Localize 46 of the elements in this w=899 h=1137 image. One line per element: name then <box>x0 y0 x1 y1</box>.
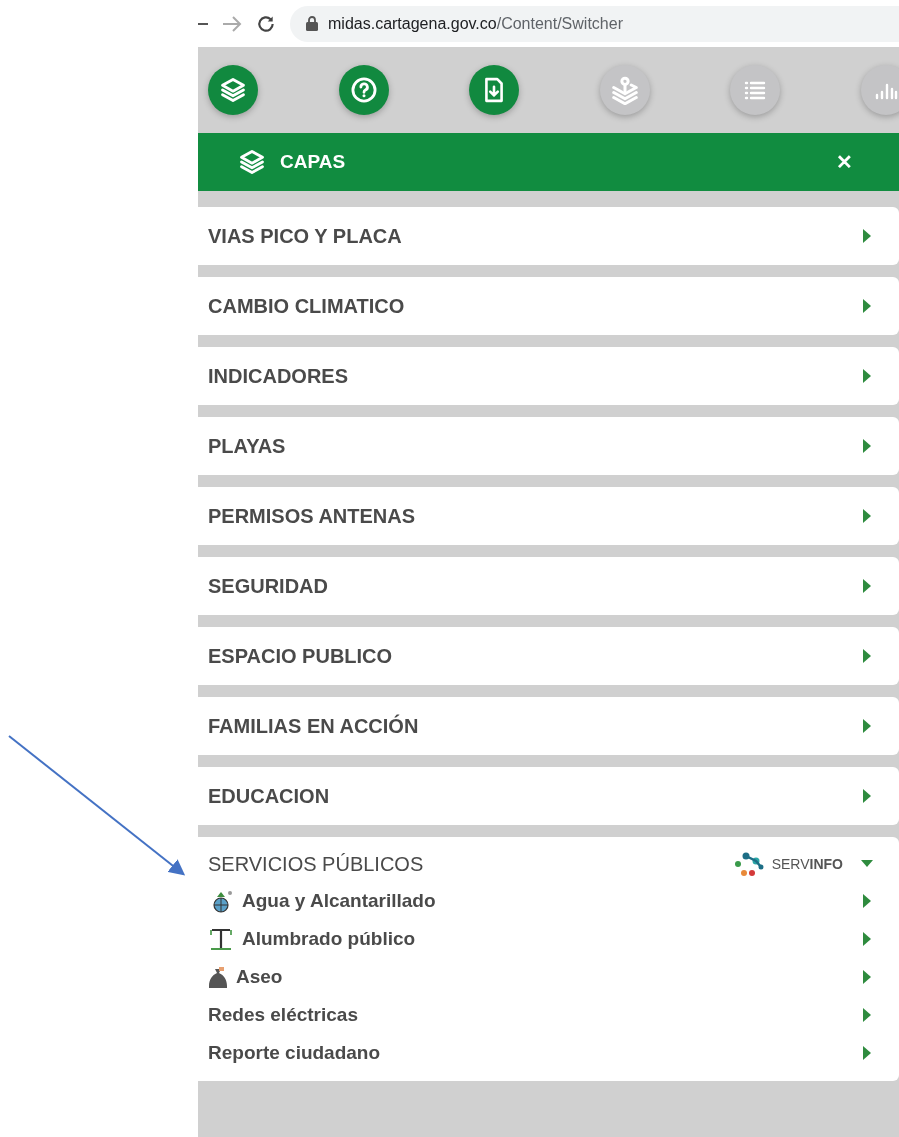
layer-item[interactable]: Agua y Alcantarillado <box>208 887 873 915</box>
reload-icon[interactable] <box>256 13 276 34</box>
layer-group-row[interactable]: FAMILIAS EN ACCIÓN <box>198 697 899 755</box>
expand-caret-icon <box>861 649 873 663</box>
servinfo-logo-text: SERVINFO <box>771 856 843 872</box>
toolbar-button[interactable] <box>469 65 520 115</box>
expand-caret-icon <box>861 229 873 243</box>
layer-group-row[interactable]: INDICADORES <box>198 347 899 405</box>
layer-group-row[interactable]: VIAS PICO Y PLACA <box>198 207 899 265</box>
expand-caret-icon <box>861 299 873 313</box>
help-icon <box>349 76 378 104</box>
close-button[interactable]: ✕ <box>836 150 853 174</box>
map-pin-layers-icon <box>609 75 640 105</box>
toolbar-button[interactable] <box>208 65 258 115</box>
expand-caret-icon <box>861 579 873 593</box>
expand-caret-icon <box>861 1046 873 1060</box>
expand-caret-icon <box>861 932 873 946</box>
expand-caret-icon <box>861 439 873 453</box>
layer-group-row[interactable]: CAMBIO CLIMATICO <box>198 277 899 335</box>
panel-title: CAPAS <box>280 151 347 173</box>
address-bar[interactable]: midas.cartagena.gov.co/Content/Switcher <box>290 5 899 42</box>
layer-item[interactable]: Reporte ciudadano <box>208 1039 873 1067</box>
layer-item[interactable]: Aseo <box>208 963 873 991</box>
layer-item[interactable]: Alumbrado público <box>208 925 873 953</box>
forward-arrow-icon[interactable] <box>222 14 242 33</box>
layers-icon <box>219 76 247 104</box>
layer-group-row[interactable]: PERMISOS ANTENAS <box>198 487 899 545</box>
layer-group-row[interactable]: SEGURIDAD <box>198 557 899 615</box>
expand-caret-icon <box>861 1008 873 1022</box>
layer-group-row[interactable]: EDUCACION <box>198 767 899 825</box>
layer-group-row[interactable]: ESPACIO PUBLICO <box>198 627 899 685</box>
expand-caret-icon <box>861 509 873 523</box>
toolbar-button[interactable] <box>338 65 389 115</box>
street-lamp-icon <box>208 927 234 951</box>
layer-item[interactable]: Redes eléctricas <box>208 1001 873 1029</box>
expand-caret-icon <box>861 719 873 733</box>
expand-caret-icon <box>861 894 873 908</box>
expand-caret-icon <box>861 789 873 803</box>
lock-icon <box>306 16 318 31</box>
dots-logo-icon <box>733 851 764 877</box>
expand-caret-icon <box>861 369 873 383</box>
expand-caret-icon <box>861 970 873 984</box>
group-title[interactable]: SERVICIOS PÚBLICOS <box>208 852 726 876</box>
layer-group-row[interactable]: PLAYAS <box>198 417 899 475</box>
trash-bag-icon <box>208 965 228 989</box>
layers-icon <box>238 148 266 176</box>
